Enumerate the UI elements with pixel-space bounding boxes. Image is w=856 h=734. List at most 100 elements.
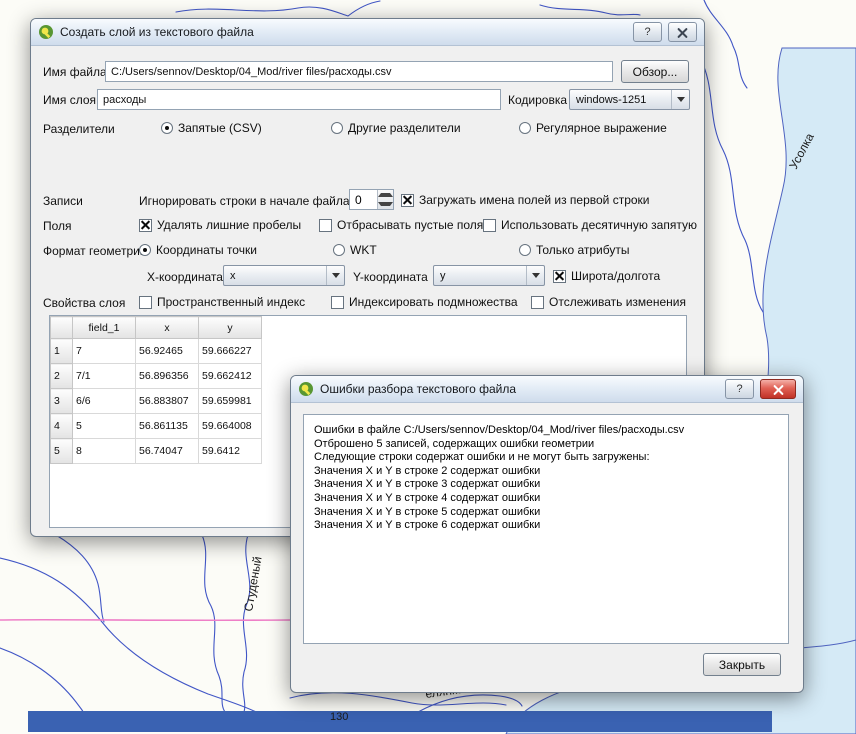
create-layer-titlebar[interactable]: Создать слой из текстового файла ? [31, 19, 704, 46]
checkbox-icon [531, 296, 544, 309]
table-cell[interactable]: 6/6 [73, 389, 136, 414]
table-cell[interactable]: 56.896356 [136, 364, 199, 389]
y-coordinate-select[interactable]: y [433, 265, 545, 286]
fields-label: Поля [43, 215, 72, 236]
column-header-y[interactable]: y [199, 317, 262, 339]
radio-label: Другие разделители [348, 121, 461, 135]
chevron-down-icon [526, 266, 544, 285]
checkbox-label: Отслеживать изменения [549, 295, 686, 309]
spin-up-icon[interactable] [378, 190, 393, 200]
records-label: Записи [43, 190, 83, 211]
checkbox-subset-index[interactable]: Индексировать подмножества [331, 292, 518, 312]
y-coordinate-value: y [440, 270, 446, 282]
checkbox-label: Удалять лишние пробелы [157, 218, 301, 232]
chevron-down-icon [671, 90, 689, 109]
browse-button[interactable]: Обзор... [621, 60, 689, 83]
layername-input[interactable]: расходы [97, 89, 501, 110]
help-button[interactable]: ? [633, 22, 662, 42]
checkbox-icon [319, 219, 332, 232]
row-header[interactable]: 5 [51, 439, 73, 464]
checkbox-label: Пространственный индекс [157, 295, 305, 309]
close-button[interactable] [668, 22, 697, 42]
skip-lines-spinner[interactable]: 0 [349, 189, 394, 210]
checkbox-discard-empty[interactable]: Отбрасывать пустые поля [319, 215, 483, 235]
close-dialog-button[interactable]: Закрыть [703, 653, 781, 676]
error-line: Значения X и Y в строке 3 содержат ошибк… [314, 478, 778, 492]
checkbox-icon [401, 194, 414, 207]
radio-regexp[interactable]: Регулярное выражение [519, 118, 667, 138]
lake-band [28, 711, 772, 732]
checkbox-first-row-names[interactable]: Загружать имена полей из первой строки [401, 190, 650, 210]
checkbox-label: Индексировать подмножества [349, 295, 518, 309]
spinner-arrows[interactable] [377, 190, 393, 209]
parse-errors-dialog: Ошибки разбора текстового файла ? Ошибки… [290, 375, 804, 693]
table-cell[interactable]: 59.6412 [199, 439, 262, 464]
table-cell[interactable]: 5 [73, 414, 136, 439]
radio-other-delimiters[interactable]: Другие разделители [331, 118, 461, 138]
table-row: 4 5 56.861135 59.664008 [51, 414, 262, 439]
table-cell[interactable]: 56.883807 [136, 389, 199, 414]
skip-lines-label: Игнорировать строки в начале файла [139, 190, 350, 211]
radio-icon [331, 122, 343, 134]
checkbox-watch-file[interactable]: Отслеживать изменения [531, 292, 686, 312]
checkbox-decimal-comma[interactable]: Использовать десятичную запятую [483, 215, 697, 235]
corner-header [51, 317, 73, 339]
table-cell[interactable]: 56.74047 [136, 439, 199, 464]
error-line: Отброшено 5 записей, содержащих ошибки г… [314, 438, 778, 452]
boundary-pink-line [0, 620, 290, 621]
checkbox-icon [139, 296, 152, 309]
radio-wkt[interactable]: WKT [333, 240, 377, 260]
table-cell[interactable]: 56.92465 [136, 339, 199, 364]
qgis-icon [298, 381, 314, 397]
encoding-select[interactable]: windows-1251 [569, 89, 690, 110]
column-header-field1[interactable]: field_1 [73, 317, 136, 339]
layername-label: Имя слоя [43, 89, 96, 110]
parse-errors-titlebar[interactable]: Ошибки разбора текстового файла ? [291, 376, 803, 403]
filename-input[interactable]: C:/Users/sennov/Desktop/04_Mod/river fil… [105, 61, 613, 82]
error-line: Значения X и Y в строке 4 содержат ошибк… [314, 492, 778, 506]
checkbox-lat-lon[interactable]: Широта/долгота [553, 266, 660, 286]
preview-grid: field_1 x y 1 7 56.92465 59.666227 2 7/1… [50, 316, 262, 464]
table-cell[interactable]: 59.664008 [199, 414, 262, 439]
radio-point-coords[interactable]: Координаты точки [139, 240, 257, 260]
table-cell[interactable]: 56.861135 [136, 414, 199, 439]
radio-csv[interactable]: Запятые (CSV) [161, 118, 262, 138]
table-cell[interactable]: 59.666227 [199, 339, 262, 364]
row-header[interactable]: 2 [51, 364, 73, 389]
row-header[interactable]: 1 [51, 339, 73, 364]
error-message-box[interactable]: Ошибки в файле C:/Users/sennov/Desktop/0… [303, 414, 789, 644]
geometry-label: Формат геометрии [43, 240, 147, 261]
row-header[interactable]: 4 [51, 414, 73, 439]
x-coordinate-label: X-координата [147, 266, 223, 287]
checkbox-icon [139, 219, 152, 232]
layer-props-label: Свойства слоя [43, 292, 125, 313]
help-button[interactable]: ? [725, 379, 754, 399]
checkbox-icon [553, 270, 566, 283]
table-cell[interactable]: 7/1 [73, 364, 136, 389]
checkbox-label: Широта/долгота [571, 269, 660, 283]
radio-icon [139, 244, 151, 256]
checkbox-spatial-index[interactable]: Пространственный индекс [139, 292, 305, 312]
y-coordinate-label: Y-координата [353, 266, 428, 287]
table-row: 3 6/6 56.883807 59.659981 [51, 389, 262, 414]
x-coordinate-select[interactable]: x [223, 265, 345, 286]
radio-icon [333, 244, 345, 256]
radio-icon [519, 244, 531, 256]
radio-label: Запятые (CSV) [178, 121, 262, 135]
spin-down-icon[interactable] [378, 200, 393, 210]
radio-label: Координаты точки [156, 243, 257, 257]
x-coordinate-value: x [230, 270, 236, 282]
radio-attributes-only[interactable]: Только атрибуты [519, 240, 629, 260]
column-header-x[interactable]: x [136, 317, 199, 339]
table-cell[interactable]: 59.659981 [199, 389, 262, 414]
table-cell[interactable]: 8 [73, 439, 136, 464]
checkbox-label: Загружать имена полей из первой строки [419, 193, 650, 207]
close-button[interactable] [760, 379, 796, 399]
table-cell[interactable]: 7 [73, 339, 136, 364]
table-row: 2 7/1 56.896356 59.662412 [51, 364, 262, 389]
spinner-value: 0 [350, 190, 377, 209]
row-header[interactable]: 3 [51, 389, 73, 414]
table-cell[interactable]: 59.662412 [199, 364, 262, 389]
checkbox-label: Использовать десятичную запятую [501, 218, 697, 232]
checkbox-trim-spaces[interactable]: Удалять лишние пробелы [139, 215, 301, 235]
